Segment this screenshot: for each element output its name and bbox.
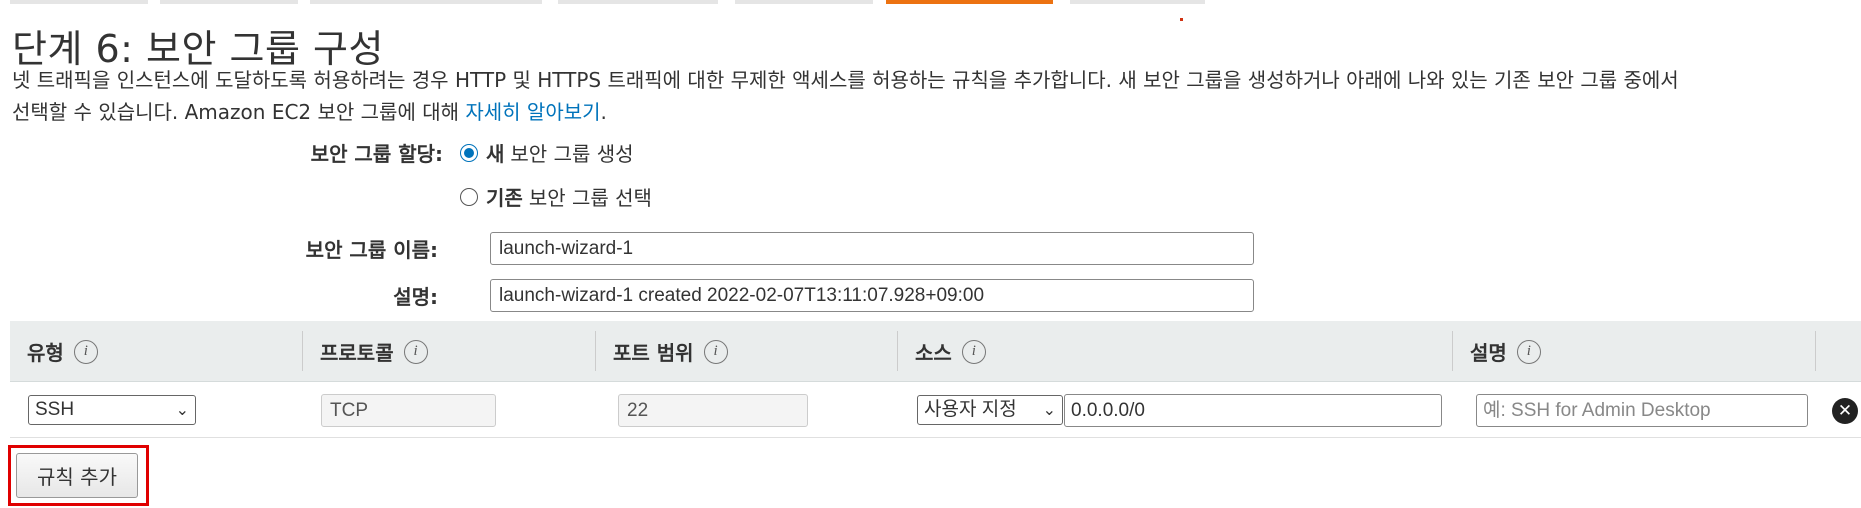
intro-line-2-suffix: . [600,100,607,124]
column-protocol: 프로토콜 i [303,321,428,382]
column-label: 프로토콜 [320,341,394,365]
intro-line-2-text: 선택할 수 있습니다. Amazon EC2 보안 그룹에 대해 [12,100,466,124]
intro-line-2: 선택할 수 있습니다. Amazon EC2 보안 그룹에 대해 자세히 알아보… [12,96,1861,128]
rule-type-value: SSH [35,399,75,420]
column-type: 유형 i [10,321,98,382]
column-port-range: 포트 범위 i [596,321,728,382]
column-label: 설명 [1470,341,1507,365]
radio-button[interactable] [460,187,478,206]
radio-option-bold: 새 [486,142,505,166]
intro-text: 넷 트래픽을 인스턴스에 도달하도록 허용하려는 경우 HTTP 및 HTTPS… [12,64,1861,128]
wizard-tab[interactable] [735,0,873,4]
radio-option-label: 보안 그룹 선택 [528,186,652,210]
rule-source-select[interactable]: 사용자 지정 ⌄ [917,395,1063,425]
chevron-down-icon: ⌄ [1040,399,1056,423]
indicator-dot [1180,18,1183,21]
column-description: 설명 i [1453,321,1541,382]
assign-security-group-label: 보안 그룹 할당: [310,142,443,166]
rule-source-cidr-input[interactable]: 0.0.0.0/0 [1064,394,1442,427]
column-label: 유형 [27,341,64,365]
rule-source-type-value: 사용자 지정 [924,399,1017,420]
group-description-label: 설명: [393,285,438,309]
wizard-step-tabs [0,0,1861,4]
wizard-tab[interactable] [160,0,298,4]
group-name-label: 보안 그룹 이름: [305,238,438,262]
radio-select-existing-group[interactable]: 기존 보안 그룹 선택 [460,182,652,211]
chevron-down-icon: ⌄ [175,402,189,419]
wizard-tab[interactable] [310,0,542,4]
rule-type-select[interactable]: SSH ⌄ [28,395,196,425]
wizard-tab[interactable] [10,0,148,4]
wizard-tab-active[interactable] [886,0,1053,4]
info-icon[interactable]: i [961,339,986,364]
wizard-tab[interactable] [558,0,718,4]
column-label: 소스 [915,341,952,365]
rule-description-input[interactable]: 예: SSH for Admin Desktop [1476,394,1808,427]
info-icon[interactable]: i [1516,339,1541,364]
column-divider [1815,331,1816,371]
group-description-input[interactable]: launch-wizard-1 created 2022-02-07T13:11… [490,279,1254,312]
rule-port-range-field: 22 [618,394,808,427]
rules-table-header: 유형 i 프로토콜 i 포트 범위 i 소스 i 설명 i [10,321,1861,382]
learn-more-link[interactable]: 자세히 알아보기 [465,100,600,124]
info-icon[interactable]: i [703,339,728,364]
table-row: SSH ⌄ TCP 22 사용자 지정 ⌄ 0.0.0.0/0 예: SSH f… [10,382,1861,438]
group-name-input[interactable]: launch-wizard-1 [490,232,1254,265]
wizard-tab[interactable] [1070,0,1205,4]
info-icon[interactable]: i [73,339,98,364]
radio-option-label: 보안 그룹 생성 [510,142,634,166]
radio-button-selected[interactable] [460,143,478,162]
remove-rule-icon[interactable]: ✕ [1832,398,1858,424]
rule-protocol-field: TCP [321,394,496,427]
add-rule-button[interactable]: 규칙 추가 [16,453,138,498]
radio-option-bold: 기존 [486,186,523,210]
intro-line-1: 넷 트래픽을 인스턴스에 도달하도록 허용하려는 경우 HTTP 및 HTTPS… [12,68,1679,92]
column-label: 포트 범위 [613,341,694,365]
column-source: 소스 i [898,321,986,382]
radio-create-new-group[interactable]: 새 보안 그룹 생성 [460,138,634,167]
info-icon[interactable]: i [403,339,428,364]
